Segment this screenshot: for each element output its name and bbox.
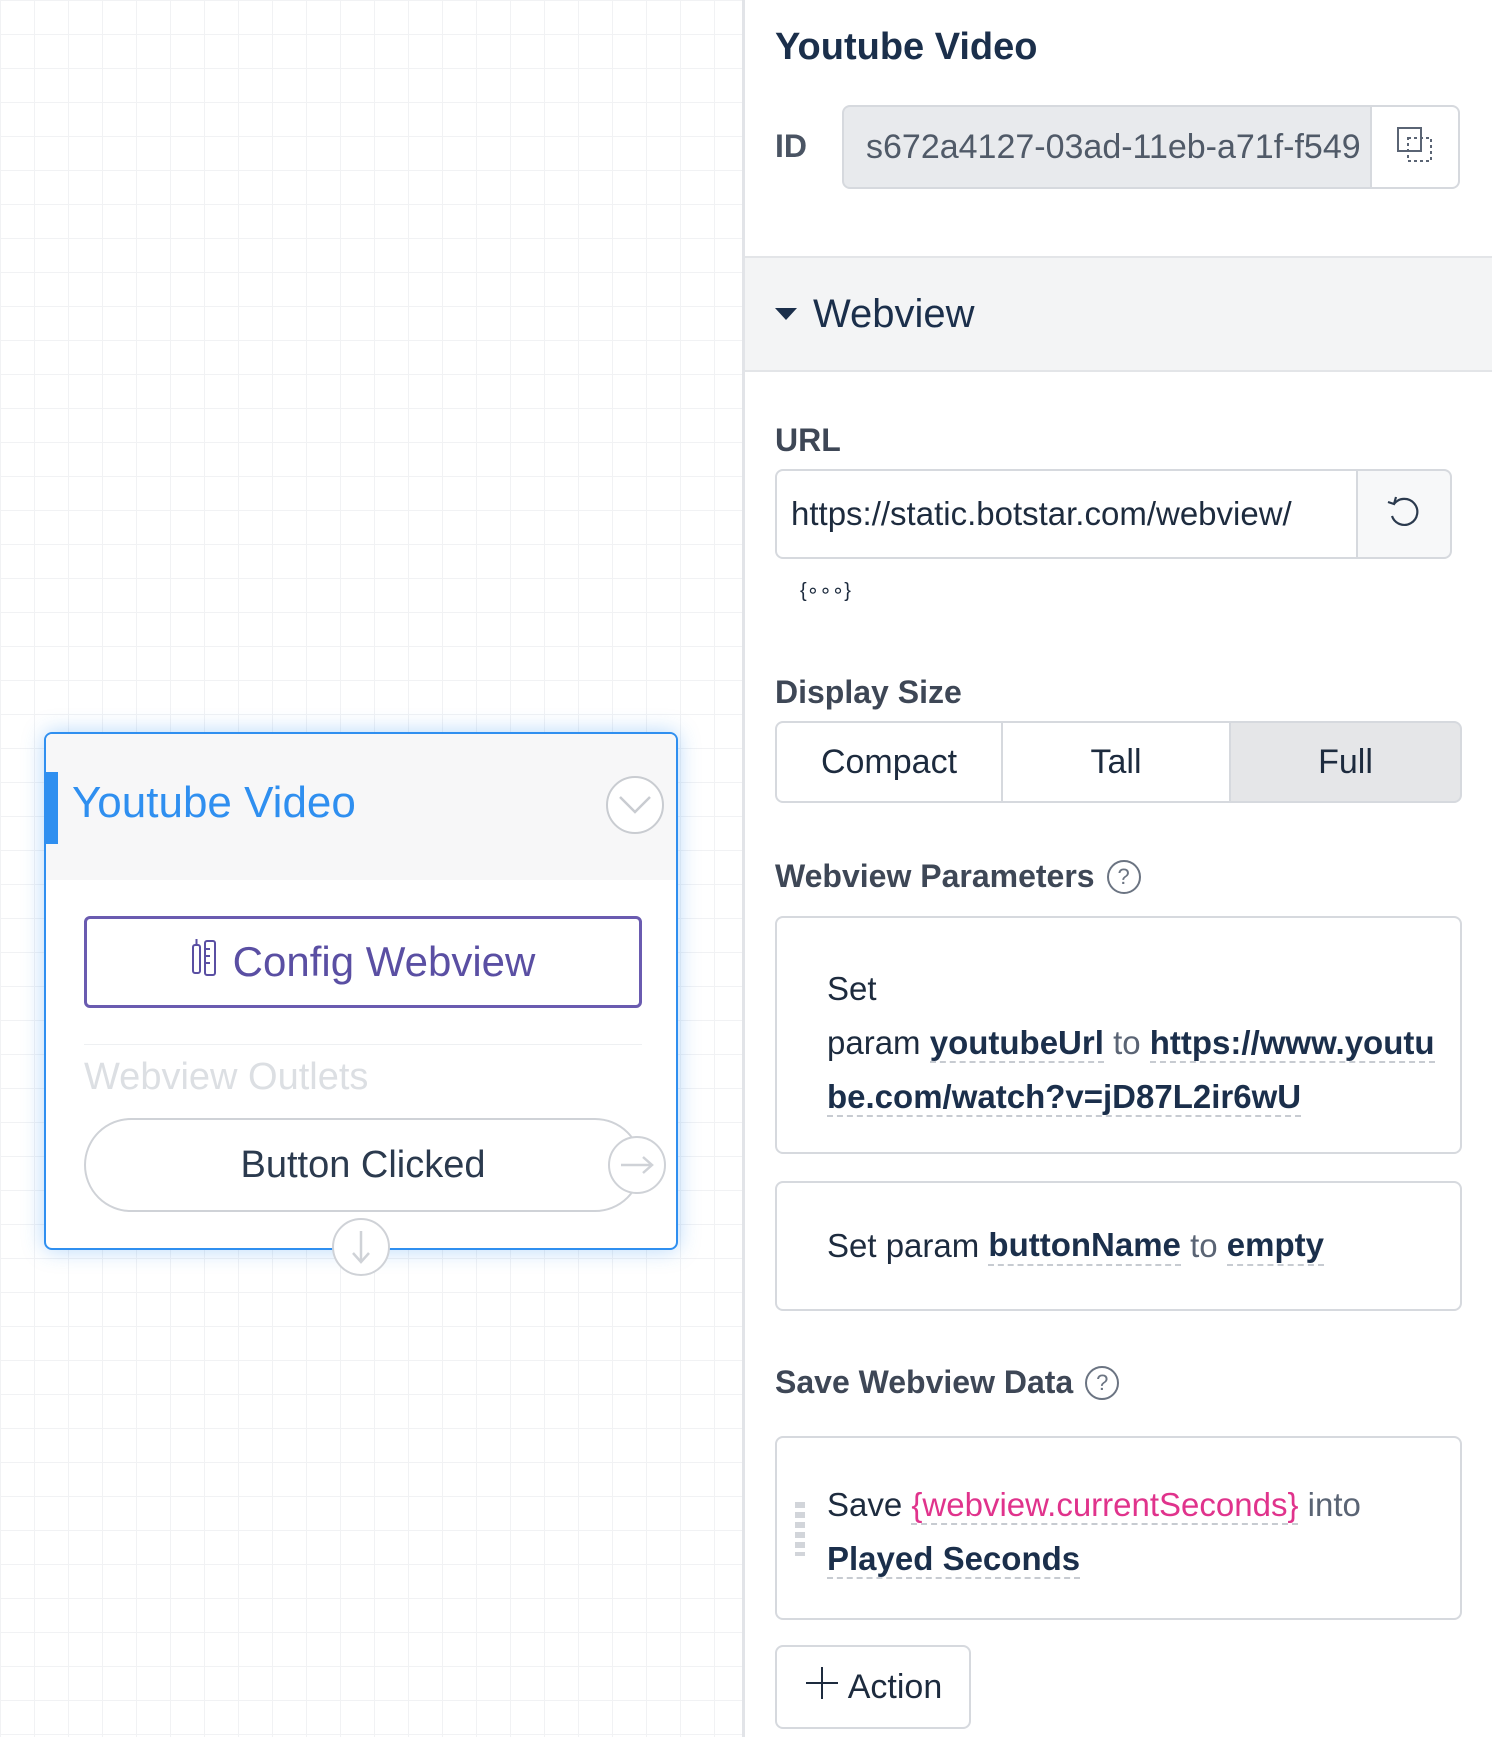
refresh-icon	[1384, 492, 1424, 537]
save-word: Save	[827, 1486, 903, 1523]
outlet-label: Button Clicked	[240, 1143, 486, 1186]
url-label: URL	[775, 422, 841, 459]
config-webview-label: Config Webview	[232, 938, 536, 985]
param-item-youtube-url[interactable]: Set param youtubeUrl to https://www.yout…	[775, 916, 1462, 1154]
display-size-label-text: Display Size	[775, 674, 962, 710]
chevron-down-icon[interactable]	[606, 776, 664, 834]
id-label: ID	[775, 128, 807, 164]
variable-picker-icon[interactable]: {∘∘∘}	[800, 578, 851, 603]
display-size-compact[interactable]: Compact	[775, 721, 1003, 803]
url-input[interactable]: https://static.botstar.com/webview/	[775, 469, 1358, 559]
param-to-word: to	[1190, 1227, 1218, 1264]
copy-id-button[interactable]	[1372, 105, 1460, 189]
help-icon[interactable]: ?	[1085, 1365, 1120, 1400]
webview-section-title: Webview	[813, 292, 975, 336]
reset-url-button[interactable]	[1358, 469, 1452, 559]
caret-down-icon	[775, 308, 797, 320]
node-title: Youtube Video	[72, 778, 356, 827]
arrow-right-icon[interactable]	[608, 1136, 666, 1194]
param-line: param youtubeUrl to https://www.youtube.…	[827, 1016, 1436, 1124]
outlet-button-clicked[interactable]: Button Clicked	[84, 1118, 642, 1212]
save-target[interactable]: Played Seconds	[827, 1540, 1081, 1579]
param-prefix: Set param	[827, 1227, 980, 1264]
drag-handle-icon[interactable]	[795, 1502, 805, 1556]
webview-config-icon	[191, 937, 217, 987]
param-word: param	[827, 1024, 921, 1061]
save-webview-data-label: Save Webview Data ?	[775, 1364, 1120, 1401]
save-variable[interactable]: {webview.currentSeconds}	[911, 1486, 1299, 1525]
webview-section-header[interactable]: Webview	[745, 256, 1492, 372]
display-size-full[interactable]: Full	[1231, 721, 1462, 803]
save-webview-data-label-text: Save Webview Data	[775, 1364, 1074, 1400]
param-name[interactable]: buttonName	[988, 1226, 1181, 1266]
param-item-button-name[interactable]: Set param buttonName to empty	[775, 1181, 1462, 1311]
into-word: into	[1307, 1486, 1361, 1523]
help-icon[interactable]: ?	[1106, 859, 1141, 894]
config-webview-button[interactable]: Config Webview	[84, 916, 642, 1008]
node-accent-bar	[46, 772, 58, 844]
save-target-line: Played Seconds	[827, 1532, 1436, 1586]
save-line: Save {webview.currentSeconds} into	[827, 1478, 1436, 1532]
param-to-word: to	[1113, 1024, 1141, 1061]
properties-panel: Youtube Video ID s672a4127-03ad-11eb-a71…	[745, 0, 1492, 1737]
display-size-tall[interactable]: Tall	[1003, 721, 1231, 803]
id-field[interactable]: s672a4127-03ad-11eb-a71f-f549	[842, 105, 1372, 189]
display-size-label: Display Size	[775, 674, 962, 711]
param-set-word: Set	[827, 970, 877, 1007]
copy-icon	[1395, 125, 1435, 170]
param-value[interactable]: empty	[1226, 1226, 1324, 1266]
param-name[interactable]: youtubeUrl	[929, 1024, 1104, 1063]
arrow-down-icon[interactable]	[332, 1218, 390, 1276]
flow-canvas[interactable]: Youtube Video Config Webview Webview Out…	[0, 0, 742, 1737]
node-divider	[84, 1044, 642, 1045]
webview-parameters-label: Webview Parameters ?	[775, 858, 1141, 895]
url-label-text: URL	[775, 422, 841, 458]
add-action-label: Action	[847, 1667, 943, 1706]
webview-parameters-label-text: Webview Parameters	[775, 858, 1095, 894]
save-action-item[interactable]: Save {webview.currentSeconds} into Playe…	[775, 1436, 1462, 1620]
flow-node-youtube-video[interactable]: Youtube Video Config Webview Webview Out…	[44, 732, 678, 1276]
webview-outlets-label: Webview Outlets	[84, 1056, 369, 1098]
add-action-button[interactable]: Action	[775, 1645, 971, 1729]
panel-title: Youtube Video	[775, 26, 1038, 68]
plus-icon	[804, 1665, 840, 1710]
node-header[interactable]: Youtube Video	[46, 734, 676, 880]
